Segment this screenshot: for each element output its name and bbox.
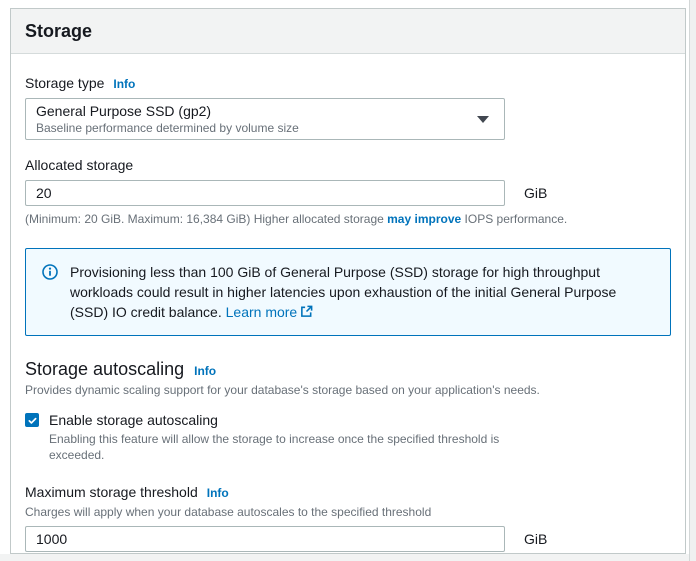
storage-type-selected-desc: Baseline performance determined by volum… [36,121,299,136]
max-threshold-field: Maximum storage threshold Info Charges w… [25,483,671,554]
alert-message: Provisioning less than 100 GiB of Genera… [70,264,616,320]
allocated-storage-label: Allocated storage [25,156,133,174]
alert-text: Provisioning less than 100 GiB of Genera… [70,262,654,322]
storage-card-header: Storage [11,9,685,54]
storage-type-info-link[interactable]: Info [113,77,135,91]
autoscaling-subtitle: Provides dynamic scaling support for you… [25,383,671,398]
page-background-strip [0,554,689,561]
autoscaling-info-link[interactable]: Info [194,364,216,378]
storage-card: Storage Storage type Info General Purpos… [10,8,686,554]
allocated-storage-hint-suffix: IOPS performance. [461,212,567,226]
info-circle-icon [42,264,58,285]
learn-more-label: Learn more [226,304,298,320]
storage-card-body: Storage type Info General Purpose SSD (g… [11,54,685,554]
autoscaling-title: Storage autoscaling [25,358,184,380]
max-threshold-label: Maximum storage threshold [25,483,198,501]
autoscaling-section-header: Storage autoscaling Info [25,358,671,380]
enable-autoscaling-label[interactable]: Enable storage autoscaling [49,411,218,429]
storage-type-selected-label: General Purpose SSD (gp2) [36,102,299,121]
allocated-storage-hint-prefix: (Minimum: 20 GiB. Maximum: 16,384 GiB) H… [25,212,387,226]
max-threshold-hint: Charges will apply when your database au… [25,505,671,520]
allocated-storage-input[interactable] [25,180,505,206]
allocated-storage-field: Allocated storage GiB (Minimum: 20 GiB. … [25,156,671,227]
max-threshold-info-link[interactable]: Info [207,486,229,500]
enable-autoscaling-row: Enable storage autoscaling [25,411,671,429]
checkmark-icon [27,415,38,426]
storage-type-selected-option: General Purpose SSD (gp2) Baseline perfo… [36,102,299,136]
allocated-storage-unit: GiB [524,185,547,201]
allocated-storage-hint: (Minimum: 20 GiB. Maximum: 16,384 GiB) H… [25,212,671,227]
storage-type-label: Storage type [25,74,104,92]
learn-more-link[interactable]: Learn more [226,304,314,320]
may-improve-link[interactable]: may improve [387,212,461,226]
card-title: Storage [25,21,671,41]
chevron-down-icon [477,116,489,123]
max-threshold-input[interactable] [25,526,505,552]
scrollbar[interactable] [689,0,696,561]
max-threshold-unit: GiB [524,531,547,547]
storage-type-field: Storage type Info General Purpose SSD (g… [25,74,671,140]
external-link-icon [300,305,313,318]
info-alert: Provisioning less than 100 GiB of Genera… [25,248,671,336]
enable-autoscaling-checkbox[interactable] [25,413,39,427]
enable-autoscaling-description: Enabling this feature will allow the sto… [49,431,504,463]
storage-type-select[interactable]: General Purpose SSD (gp2) Baseline perfo… [25,98,505,140]
